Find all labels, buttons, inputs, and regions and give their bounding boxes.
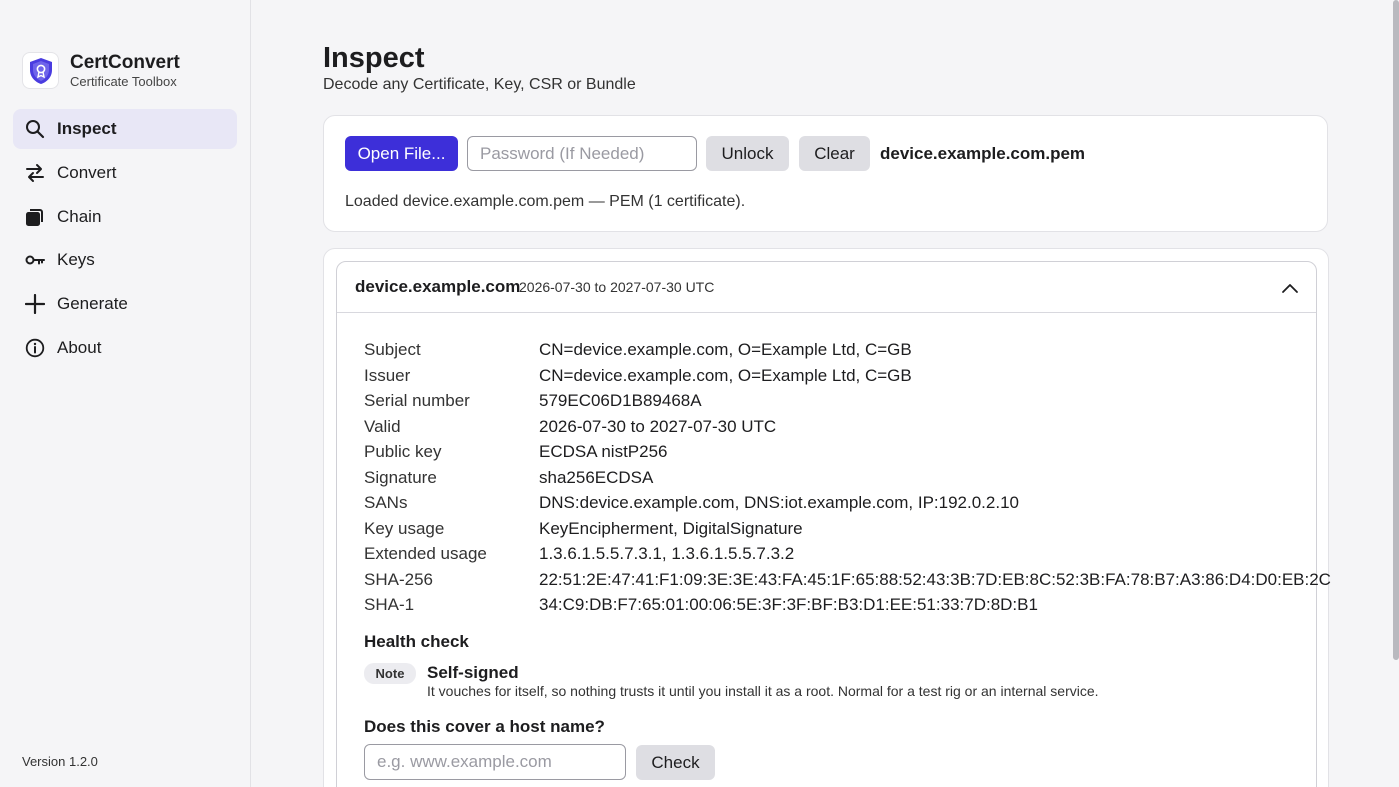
field-value: KeyEncipherment, DigitalSignature <box>539 518 803 538</box>
clear-button[interactable]: Clear <box>799 136 870 171</box>
field-key: Serial number <box>364 391 470 410</box>
field-value: 22:51:2E:47:41:F1:09:3E:3E:43:FA:45:1F:6… <box>539 569 1331 589</box>
check-host-button[interactable]: Check <box>636 745 715 780</box>
certificate-card: device.example.com 2026-07-30 to 2027-07… <box>323 248 1331 787</box>
sidebar-item-label: Convert <box>57 162 117 182</box>
page-title: Inspect <box>323 42 425 74</box>
field-value: 579EC06D1B89468A <box>539 391 702 410</box>
field-value: sha256ECDSA <box>539 467 654 487</box>
field-key: Public key <box>364 442 442 461</box>
load-status: Loaded device.example.com.pem — PEM (1 c… <box>345 193 746 210</box>
field-key: Extended usage <box>364 544 487 563</box>
host-check-title: Does this cover a host name? <box>364 717 605 736</box>
field-value: 1.3.6.1.5.5.7.3.1, 1.3.6.1.5.5.7.3.2 <box>539 544 795 563</box>
shield-logo-icon <box>22 52 59 89</box>
page-subtitle: Decode any Certificate, Key, CSR or Bund… <box>323 76 636 93</box>
health-check-title: Health check <box>364 632 469 651</box>
field-key: Subject <box>364 340 421 359</box>
sidebar-item-generate[interactable]: Generate <box>13 284 237 324</box>
brand: CertConvert Certificate Toolbox <box>22 52 180 89</box>
key-icon <box>25 250 45 270</box>
open-file-button[interactable]: Open File... <box>345 136 458 171</box>
field-key: Key usage <box>364 518 445 538</box>
field-value: CN=device.example.com, O=Example Ltd, C=… <box>539 340 912 359</box>
sidebar-nav: Inspect Convert Chain Keys Generate Abou… <box>13 109 237 372</box>
plus-icon <box>25 294 45 315</box>
health-note-title: Self-signed <box>427 663 519 682</box>
stack-icon <box>25 207 45 227</box>
sidebar-item-label: Inspect <box>57 119 117 138</box>
field-key: Signature <box>364 467 437 487</box>
certificate-validity: 2026-07-30 to 2027-07-30 UTC <box>519 279 715 295</box>
field-key: SHA-1 <box>364 595 415 614</box>
field-key: SANs <box>364 493 408 512</box>
sidebar: CertConvert Certificate Toolbox Inspect … <box>0 0 251 787</box>
swap-icon <box>25 163 45 183</box>
brand-subtitle: Certificate Toolbox <box>70 73 177 89</box>
field-key: Valid <box>364 416 401 436</box>
version-label: Version 1.2.0 <box>22 754 98 769</box>
password-input[interactable] <box>467 136 697 171</box>
certificate-common-name: device.example.com <box>355 277 521 296</box>
certificate-panel: device.example.com 2026-07-30 to 2027-07… <box>336 261 1331 787</box>
certificate-header[interactable]: device.example.com 2026-07-30 to 2027-07… <box>337 262 1316 313</box>
sidebar-item-label: Keys <box>57 250 95 270</box>
file-loader-card: Open File... Unlock Clear device.example… <box>323 115 1328 232</box>
brand-name: CertConvert <box>70 51 180 73</box>
sidebar-item-label: About <box>57 337 102 357</box>
field-key: Issuer <box>364 365 411 385</box>
field-value: 34:C9:DB:F7:65:01:00:06:5E:3F:3F:BF:B3:D… <box>539 595 1038 614</box>
sidebar-item-label: Chain <box>57 206 102 226</box>
sidebar-item-inspect[interactable]: Inspect <box>13 109 237 149</box>
health-note-description: It vouches for itself, so nothing trusts… <box>427 683 1099 699</box>
sidebar-item-about[interactable]: About <box>13 328 237 368</box>
info-icon <box>25 338 45 358</box>
host-name-input[interactable] <box>364 744 626 780</box>
field-value: ECDSA nistP256 <box>539 442 668 461</box>
unlock-button[interactable]: Unlock <box>706 136 789 171</box>
page-scrollbar[interactable] <box>1393 0 1399 660</box>
field-value: DNS:device.example.com, DNS:iot.example.… <box>539 493 1019 512</box>
sidebar-item-keys[interactable]: Keys <box>13 240 237 280</box>
field-value: CN=device.example.com, O=Example Ltd, C=… <box>539 365 912 385</box>
sidebar-item-convert[interactable]: Convert <box>13 153 237 193</box>
field-value: 2026-07-30 to 2027-07-30 UTC <box>539 416 777 436</box>
chevron-up-icon[interactable] <box>1280 278 1300 298</box>
loaded-file-name: device.example.com.pem <box>880 144 1086 163</box>
search-icon <box>25 119 45 139</box>
field-key: SHA-256 <box>364 569 433 589</box>
sidebar-item-label: Generate <box>57 294 128 314</box>
note-badge: Note <box>364 663 416 684</box>
sidebar-item-chain[interactable]: Chain <box>13 197 237 237</box>
